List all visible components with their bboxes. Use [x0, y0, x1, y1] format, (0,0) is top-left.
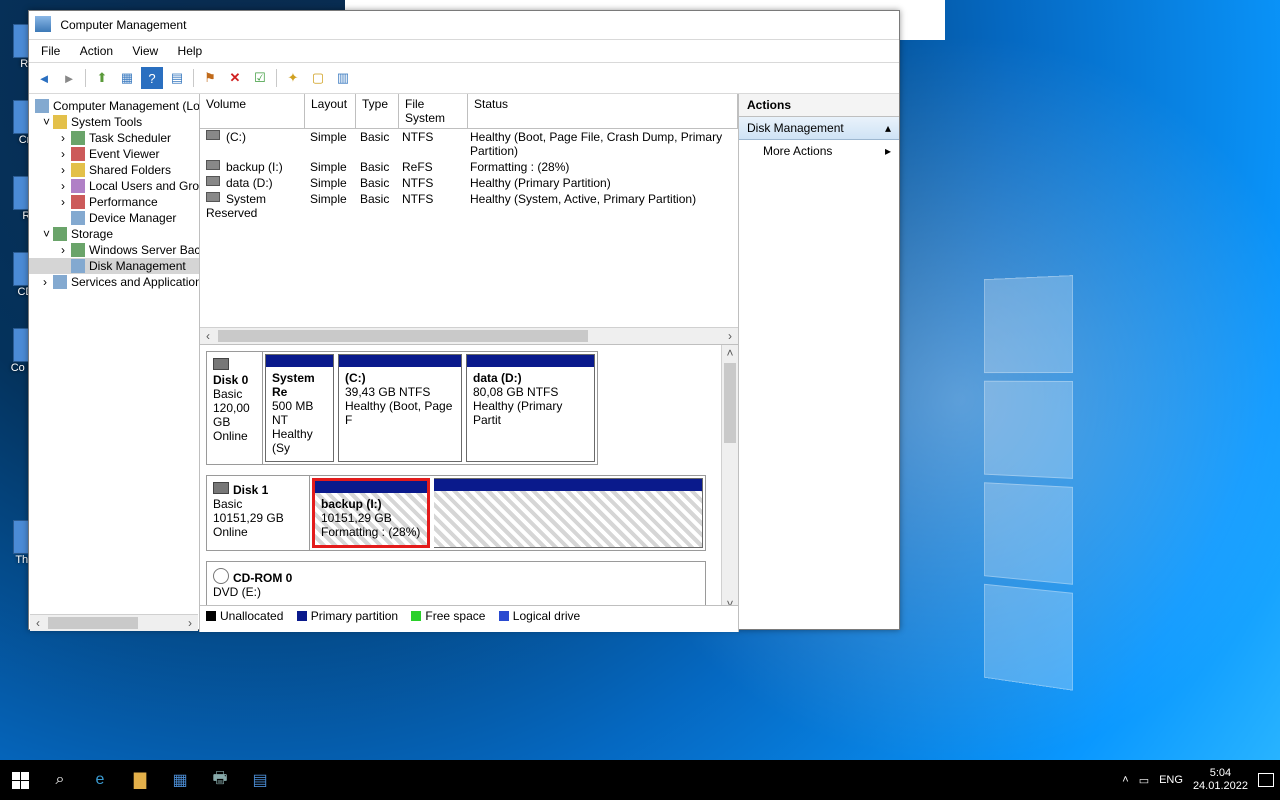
disk-icon [206, 176, 220, 186]
tree-wsb[interactable]: ›Windows Server Backup [29, 242, 199, 258]
content-area: Computer Management (Local ˅System Tools… [29, 94, 899, 632]
taskbar-explorer[interactable]: ▇ [120, 760, 160, 800]
tree-task-scheduler[interactable]: ›Task Scheduler [29, 130, 199, 146]
col-layout[interactable]: Layout [305, 94, 356, 128]
taskbar-printer[interactable]: 🖶 [200, 760, 240, 800]
disk-icon [213, 482, 229, 494]
show-hide-tree-button[interactable]: ▦ [116, 67, 138, 89]
computer-management-window: Computer Management File Action View Hel… [28, 10, 900, 630]
partition-c[interactable]: (C:) 39,43 GB NTFS Healthy (Boot, Page F [338, 354, 462, 462]
back-button[interactable]: ◄ [33, 67, 55, 89]
legend-swatch-unallocated [206, 611, 216, 621]
check-button[interactable]: ☑ [249, 67, 271, 89]
disk-graphical-view: Disk 0 Basic 120,00 GB Online System Re … [200, 344, 738, 632]
taskbar-app[interactable]: ▤ [240, 760, 280, 800]
disk-icon [206, 192, 220, 202]
menu-file[interactable]: File [33, 40, 68, 62]
open-button[interactable]: ▢ [307, 67, 329, 89]
window-title: Computer Management [60, 18, 186, 32]
tree-root[interactable]: Computer Management (Local [29, 98, 199, 114]
tray-lang[interactable]: ENG [1159, 774, 1183, 786]
volume-row[interactable]: backup (I:) SimpleBasic ReFSFormatting :… [200, 159, 738, 175]
volume-hscrollbar[interactable]: ‹› [200, 327, 738, 344]
disk-0[interactable]: Disk 0 Basic 120,00 GB Online System Re … [206, 351, 598, 465]
partition-backup-i-tail[interactable] [434, 478, 703, 548]
tree-system-tools[interactable]: ˅System Tools [29, 114, 199, 130]
tray-notifications-icon[interactable] [1258, 773, 1274, 787]
col-filesystem[interactable]: File System [399, 94, 468, 128]
tree-local-users[interactable]: ›Local Users and Groups [29, 178, 199, 194]
tray-chevron-icon[interactable]: ˄ [1122, 774, 1128, 786]
disk-icon [213, 358, 229, 370]
actions-section[interactable]: Disk Management▴ [739, 117, 899, 140]
taskbar-servermgr[interactable]: ▦ [160, 760, 200, 800]
legend-swatch-free [411, 611, 421, 621]
tray-network-icon[interactable]: ▭ [1139, 774, 1149, 787]
disk-1-header: Disk 1 Basic 10151,29 GB Online [207, 476, 310, 550]
volume-row[interactable]: (C:) SimpleBasic NTFSHealthy (Boot, Page… [200, 129, 738, 159]
properties-button[interactable]: ▤ [166, 67, 188, 89]
search-button[interactable]: ⌕ [40, 760, 80, 800]
actions-header: Actions [739, 94, 899, 117]
toolbar: ◄ ► ⬆ ▦ ? ▤ ⚑ ✕ ☑ ✦ ▢ ▥ [29, 63, 899, 94]
app-icon [35, 16, 51, 32]
delete-button[interactable]: ✕ [224, 67, 246, 89]
tree-services[interactable]: ›Services and Applications [29, 274, 199, 290]
navigation-tree: Computer Management (Local ˅System Tools… [29, 94, 200, 632]
tree-event-viewer[interactable]: ›Event Viewer [29, 146, 199, 162]
col-status[interactable]: Status [468, 94, 738, 128]
tree-shared-folders[interactable]: ›Shared Folders [29, 162, 199, 178]
cd-rom-0[interactable]: CD-ROM 0 DVD (E:) [206, 561, 706, 608]
start-button[interactable] [0, 760, 40, 800]
volume-row[interactable]: System Reserved SimpleBasic NTFSHealthy … [200, 191, 738, 221]
cd-icon [213, 568, 229, 584]
tree-disk-management[interactable]: Disk Management [29, 258, 199, 274]
disk-icon [206, 130, 220, 140]
new-button[interactable]: ✦ [282, 67, 304, 89]
legend-swatch-primary [297, 611, 307, 621]
tree-device-manager[interactable]: Device Manager [29, 210, 199, 226]
legend-swatch-logical [499, 611, 509, 621]
tree-performance[interactable]: ›Performance [29, 194, 199, 210]
up-button[interactable]: ⬆ [91, 67, 113, 89]
menu-help[interactable]: Help [170, 40, 211, 62]
volume-list: Volume Layout Type File System Status (C… [200, 94, 738, 344]
disk-icon [206, 160, 220, 170]
help-button[interactable]: ? [141, 67, 163, 89]
refresh-button[interactable]: ⚑ [199, 67, 221, 89]
actions-pane: Actions Disk Management▴ More Actions [739, 94, 899, 632]
list-button[interactable]: ▥ [332, 67, 354, 89]
partition-backup-i[interactable]: backup (I:) 10151,29 GB Formatting : (28… [312, 478, 430, 548]
graphical-vscrollbar[interactable]: ˄˅ [721, 345, 738, 612]
forward-button[interactable]: ► [58, 67, 80, 89]
menu-action[interactable]: Action [72, 40, 121, 62]
taskbar: ⌕ e ▇ ▦ 🖶 ▤ ˄ ▭ ENG 5:0424.01.2022 [0, 760, 1280, 800]
volume-headers: Volume Layout Type File System Status [200, 94, 738, 129]
windows-logo-light [984, 270, 1175, 479]
partition-d[interactable]: data (D:) 80,08 GB NTFS Healthy (Primary… [466, 354, 595, 462]
middle-pane: Volume Layout Type File System Status (C… [200, 94, 739, 632]
volume-row[interactable]: data (D:) SimpleBasic NTFSHealthy (Prima… [200, 175, 738, 191]
collapse-icon: ▴ [885, 121, 891, 135]
col-volume[interactable]: Volume [200, 94, 305, 128]
tree-hscrollbar[interactable]: ‹› [30, 614, 198, 631]
tree-storage[interactable]: ˅Storage [29, 226, 199, 242]
partition-system-reserved[interactable]: System Re 500 MB NT Healthy (Sy [265, 354, 334, 462]
actions-more[interactable]: More Actions [739, 140, 899, 162]
taskbar-ie[interactable]: e [80, 760, 120, 800]
disk-1[interactable]: Disk 1 Basic 10151,29 GB Online backup (… [206, 475, 706, 551]
menu-view[interactable]: View [124, 40, 166, 62]
legend: Unallocated Primary partition Free space… [200, 605, 738, 632]
menubar: File Action View Help [29, 40, 899, 63]
tray-clock[interactable]: 5:0424.01.2022 [1193, 767, 1248, 793]
titlebar[interactable]: Computer Management [29, 11, 899, 40]
disk-0-header: Disk 0 Basic 120,00 GB Online [207, 352, 263, 464]
col-type[interactable]: Type [356, 94, 399, 128]
